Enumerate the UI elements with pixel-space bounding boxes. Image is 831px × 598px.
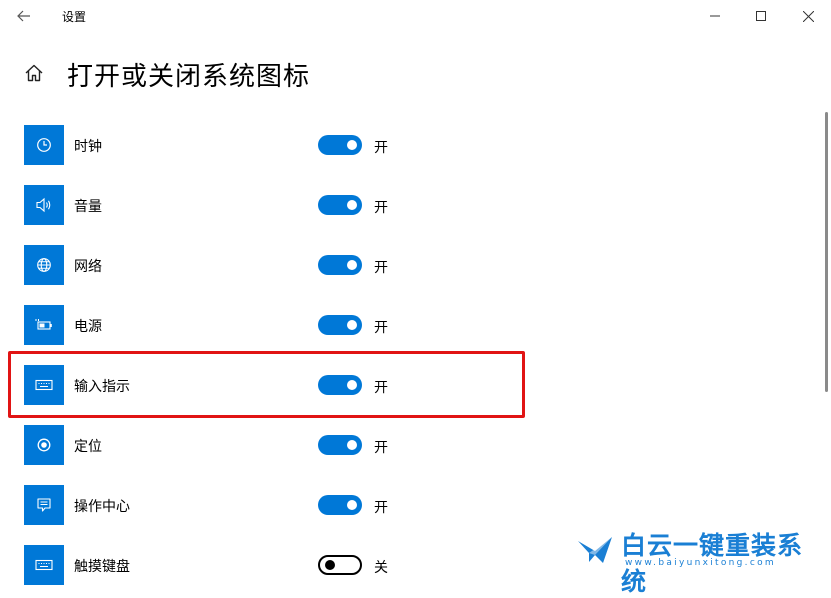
tile <box>24 425 64 465</box>
back-arrow-icon <box>17 10 30 22</box>
tile <box>24 245 64 285</box>
setting-row-volume: 音量 开 <box>24 185 444 225</box>
network-toggle[interactable] <box>318 255 362 275</box>
keyboard-icon <box>35 559 53 571</box>
watermark: 白云一键重装系统 www.baiyunxitong.com <box>575 526 825 596</box>
volume-toggle[interactable] <box>318 195 362 215</box>
volume-icon <box>36 197 51 213</box>
home-icon[interactable] <box>24 63 44 83</box>
minimize-button[interactable] <box>692 0 738 32</box>
location-toggle[interactable] <box>318 435 362 455</box>
scrollbar[interactable] <box>825 112 828 392</box>
setting-row-power: 电源 开 <box>24 305 444 345</box>
tile <box>24 305 64 345</box>
toggle-knob <box>347 200 357 210</box>
setting-row-action-center: 操作中心 开 <box>24 485 444 525</box>
setting-row-touch-keyboard: 触摸键盘 关 <box>24 545 444 585</box>
title-bar: 设置 <box>0 0 831 32</box>
setting-row-clock: 时钟 开 <box>24 125 444 165</box>
row-label: 网络 <box>74 259 102 275</box>
state-label: 关 <box>374 560 388 576</box>
maximize-icon <box>756 11 766 21</box>
setting-row-location: 定位 开 <box>24 425 444 465</box>
app-title: 设置 <box>62 10 87 24</box>
state-label: 开 <box>374 320 388 336</box>
battery-plug-icon <box>35 319 52 330</box>
row-label: 时钟 <box>74 139 102 155</box>
row-label: 触摸键盘 <box>74 559 130 575</box>
state-label: 开 <box>374 260 388 276</box>
state-label: 开 <box>374 140 388 156</box>
toggle-knob <box>347 320 357 330</box>
globe-icon <box>37 258 51 272</box>
action-center-icon <box>37 498 51 512</box>
row-label: 音量 <box>74 199 102 215</box>
state-label: 开 <box>374 500 388 516</box>
action-center-toggle[interactable] <box>318 495 362 515</box>
location-icon <box>37 438 51 452</box>
touch-keyboard-toggle[interactable] <box>318 555 362 575</box>
bird-logo-icon <box>578 537 612 563</box>
row-label: 电源 <box>74 319 102 335</box>
toggle-knob <box>347 500 357 510</box>
state-label: 开 <box>374 200 388 216</box>
power-toggle[interactable] <box>318 315 362 335</box>
minimize-icon <box>710 15 720 17</box>
toggle-knob <box>347 440 357 450</box>
state-label: 开 <box>374 440 388 456</box>
close-icon <box>802 10 814 22</box>
highlight-box <box>8 351 525 418</box>
tile <box>24 125 64 165</box>
back-button[interactable] <box>10 3 38 29</box>
clock-icon <box>37 138 51 152</box>
toggle-knob <box>347 140 357 150</box>
close-button[interactable] <box>785 0 831 32</box>
setting-row-network: 网络 开 <box>24 245 444 285</box>
page-title: 打开或关闭系统图标 <box>67 62 311 92</box>
tile <box>24 485 64 525</box>
toggle-knob <box>325 560 335 570</box>
clock-toggle[interactable] <box>318 135 362 155</box>
tile <box>24 185 64 225</box>
tile <box>24 545 64 585</box>
row-label: 操作中心 <box>74 499 130 515</box>
toggle-knob <box>347 260 357 270</box>
row-label: 定位 <box>74 439 102 455</box>
maximize-button[interactable] <box>738 0 784 32</box>
watermark-url: www.baiyunxitong.com <box>625 558 776 568</box>
